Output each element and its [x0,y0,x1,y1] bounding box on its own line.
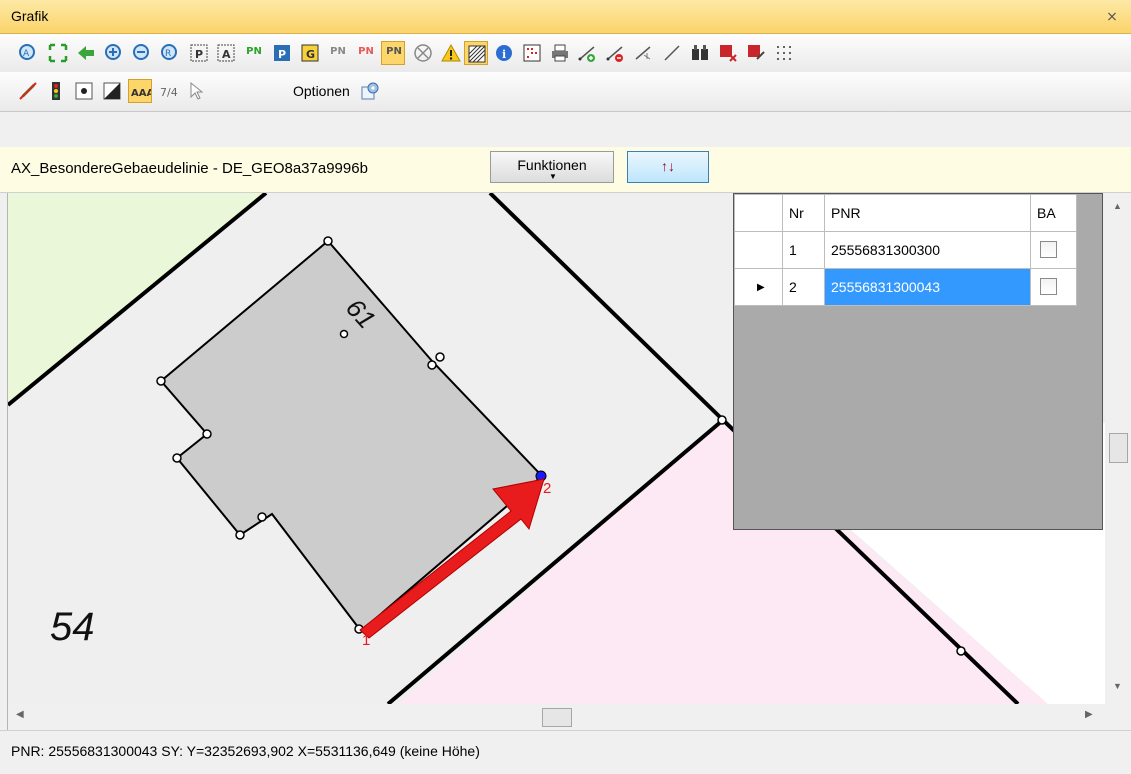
back-arrow-icon[interactable] [74,41,98,65]
layer-edit-icon[interactable] [744,41,768,65]
current-row-icon: ▶ [757,282,765,293]
row-header-corner [734,194,783,232]
row-header-current[interactable]: ▶ [734,268,783,306]
fit-extent-icon[interactable] [46,41,70,65]
traffic-light-icon[interactable] [44,79,68,103]
object-title: AX_BesondereGebaeudelinie - DE_GEO8a37a9… [11,160,368,177]
status-bar: PNR: 25556831300043 SY: Y=32352693,902 X… [0,730,1131,774]
parcel-number-54: 54 [50,605,95,649]
text-labels-icon[interactable]: AAA [128,79,152,103]
points-grid-icon[interactable] [520,41,544,65]
zoom-reset-icon[interactable]: R [158,41,182,65]
scroll-left-icon[interactable]: ◀ [16,709,24,720]
functions-button[interactable]: Funktionen ▼ [490,151,614,183]
hatch-icon[interactable] [464,41,488,65]
dropdown-caret-icon: ▼ [549,172,557,181]
close-icon[interactable]: ⨯ [1103,7,1121,25]
table-header-row: Nr PNR BA [734,194,1077,232]
horizontal-scroll-thumb[interactable] [542,708,572,727]
left-border [0,193,8,730]
options-settings-icon[interactable] [358,79,382,103]
scroll-up-icon[interactable]: ▲ [1113,201,1122,211]
pn-active-icon[interactable]: PN [381,41,405,65]
line-split-icon[interactable] [632,41,656,65]
svg-text:A: A [222,48,231,61]
svg-text:R: R [165,49,171,59]
ba-checkbox[interactable] [1040,278,1057,295]
svg-text:G: G [306,48,315,61]
vertical-scroll-thumb[interactable] [1109,433,1128,463]
cell-pnr-selected[interactable]: 25556831300043 [824,268,1031,306]
scroll-right-icon[interactable]: ▶ [1085,709,1093,720]
cell-nr[interactable]: 1 [782,231,825,269]
cell-nr[interactable]: 2 [782,268,825,306]
contrast-icon[interactable] [100,79,124,103]
line-draw-icon[interactable] [660,41,684,65]
svg-text:AAA: AAA [131,88,151,99]
swap-label: ↑↓ [661,158,675,174]
ba-checkbox[interactable] [1040,241,1057,258]
svg-text:P: P [195,48,203,61]
zoom-in-icon[interactable] [102,41,126,65]
layer-remove-icon[interactable] [716,41,740,65]
a-frame-icon[interactable]: A [214,41,238,65]
col-header-pnr[interactable]: PNR [824,194,1031,232]
options-menu[interactable]: Optionen [293,83,350,99]
cell-ba[interactable] [1030,268,1077,306]
functions-label: Funktionen [517,157,587,173]
status-text: PNR: 25556831300043 SY: Y=32352693,902 X… [11,743,480,759]
row-header[interactable] [734,231,783,269]
pn-red-icon[interactable]: PN [354,41,378,65]
line-remove-icon[interactable] [604,41,628,65]
svg-text:A: A [23,49,30,59]
svg-text:i: i [502,48,506,61]
p-blue-icon[interactable]: P [270,41,294,65]
table-row[interactable]: 1 25556831300300 [734,231,1077,269]
fraction-icon[interactable]: 7/4 [156,79,180,103]
col-header-nr[interactable]: Nr [782,194,825,232]
zoom-all-icon[interactable]: A [16,41,40,65]
title-bar: Grafik ⨯ [0,0,1131,34]
zoom-out-icon[interactable] [130,41,154,65]
cell-pnr[interactable]: 25556831300300 [824,231,1031,269]
point-label-1: 1 [362,632,370,649]
scroll-down-icon[interactable]: ▼ [1113,681,1122,691]
toolbar-spacer [0,112,1131,147]
toolbar-main: A R P A PN P G PN PN PN i [0,34,1131,72]
dot-grid-icon[interactable] [772,41,796,65]
pointer-icon[interactable] [184,79,208,103]
p-frame-icon[interactable]: P [187,41,211,65]
print-icon[interactable] [548,41,572,65]
col-header-ba[interactable]: BA [1030,194,1077,232]
binoculars-icon[interactable] [688,41,712,65]
point-label-2: 2 [543,480,551,497]
g-yellow-icon[interactable]: G [298,41,322,65]
point-mode-icon[interactable] [72,79,96,103]
window-title: Grafik [11,8,49,24]
pn-gray-icon[interactable]: PN [326,41,350,65]
svg-text:P: P [278,48,286,61]
toolbar-secondary: AAA 7/4 Optionen [0,72,1131,112]
vertical-scrollbar[interactable]: ▲ ▼ [1105,193,1131,704]
cancel-circle-icon[interactable] [411,41,435,65]
cell-ba[interactable] [1030,231,1077,269]
pn-green-icon[interactable]: PN [242,41,266,65]
info-icon[interactable]: i [492,41,516,65]
svg-text:7/4: 7/4 [160,86,178,99]
table-row-selected[interactable]: ▶ 2 25556831300043 [734,268,1077,306]
point-table: Nr PNR BA 1 25556831300300 ▶ 2 255568313… [733,193,1103,530]
horizontal-scrollbar[interactable]: ◀ ▶ [8,704,1105,730]
swap-direction-button[interactable]: ↑↓ [627,151,709,183]
line-add-icon[interactable] [576,41,600,65]
warning-icon[interactable] [439,41,463,65]
pen-disabled-icon[interactable] [16,79,40,103]
